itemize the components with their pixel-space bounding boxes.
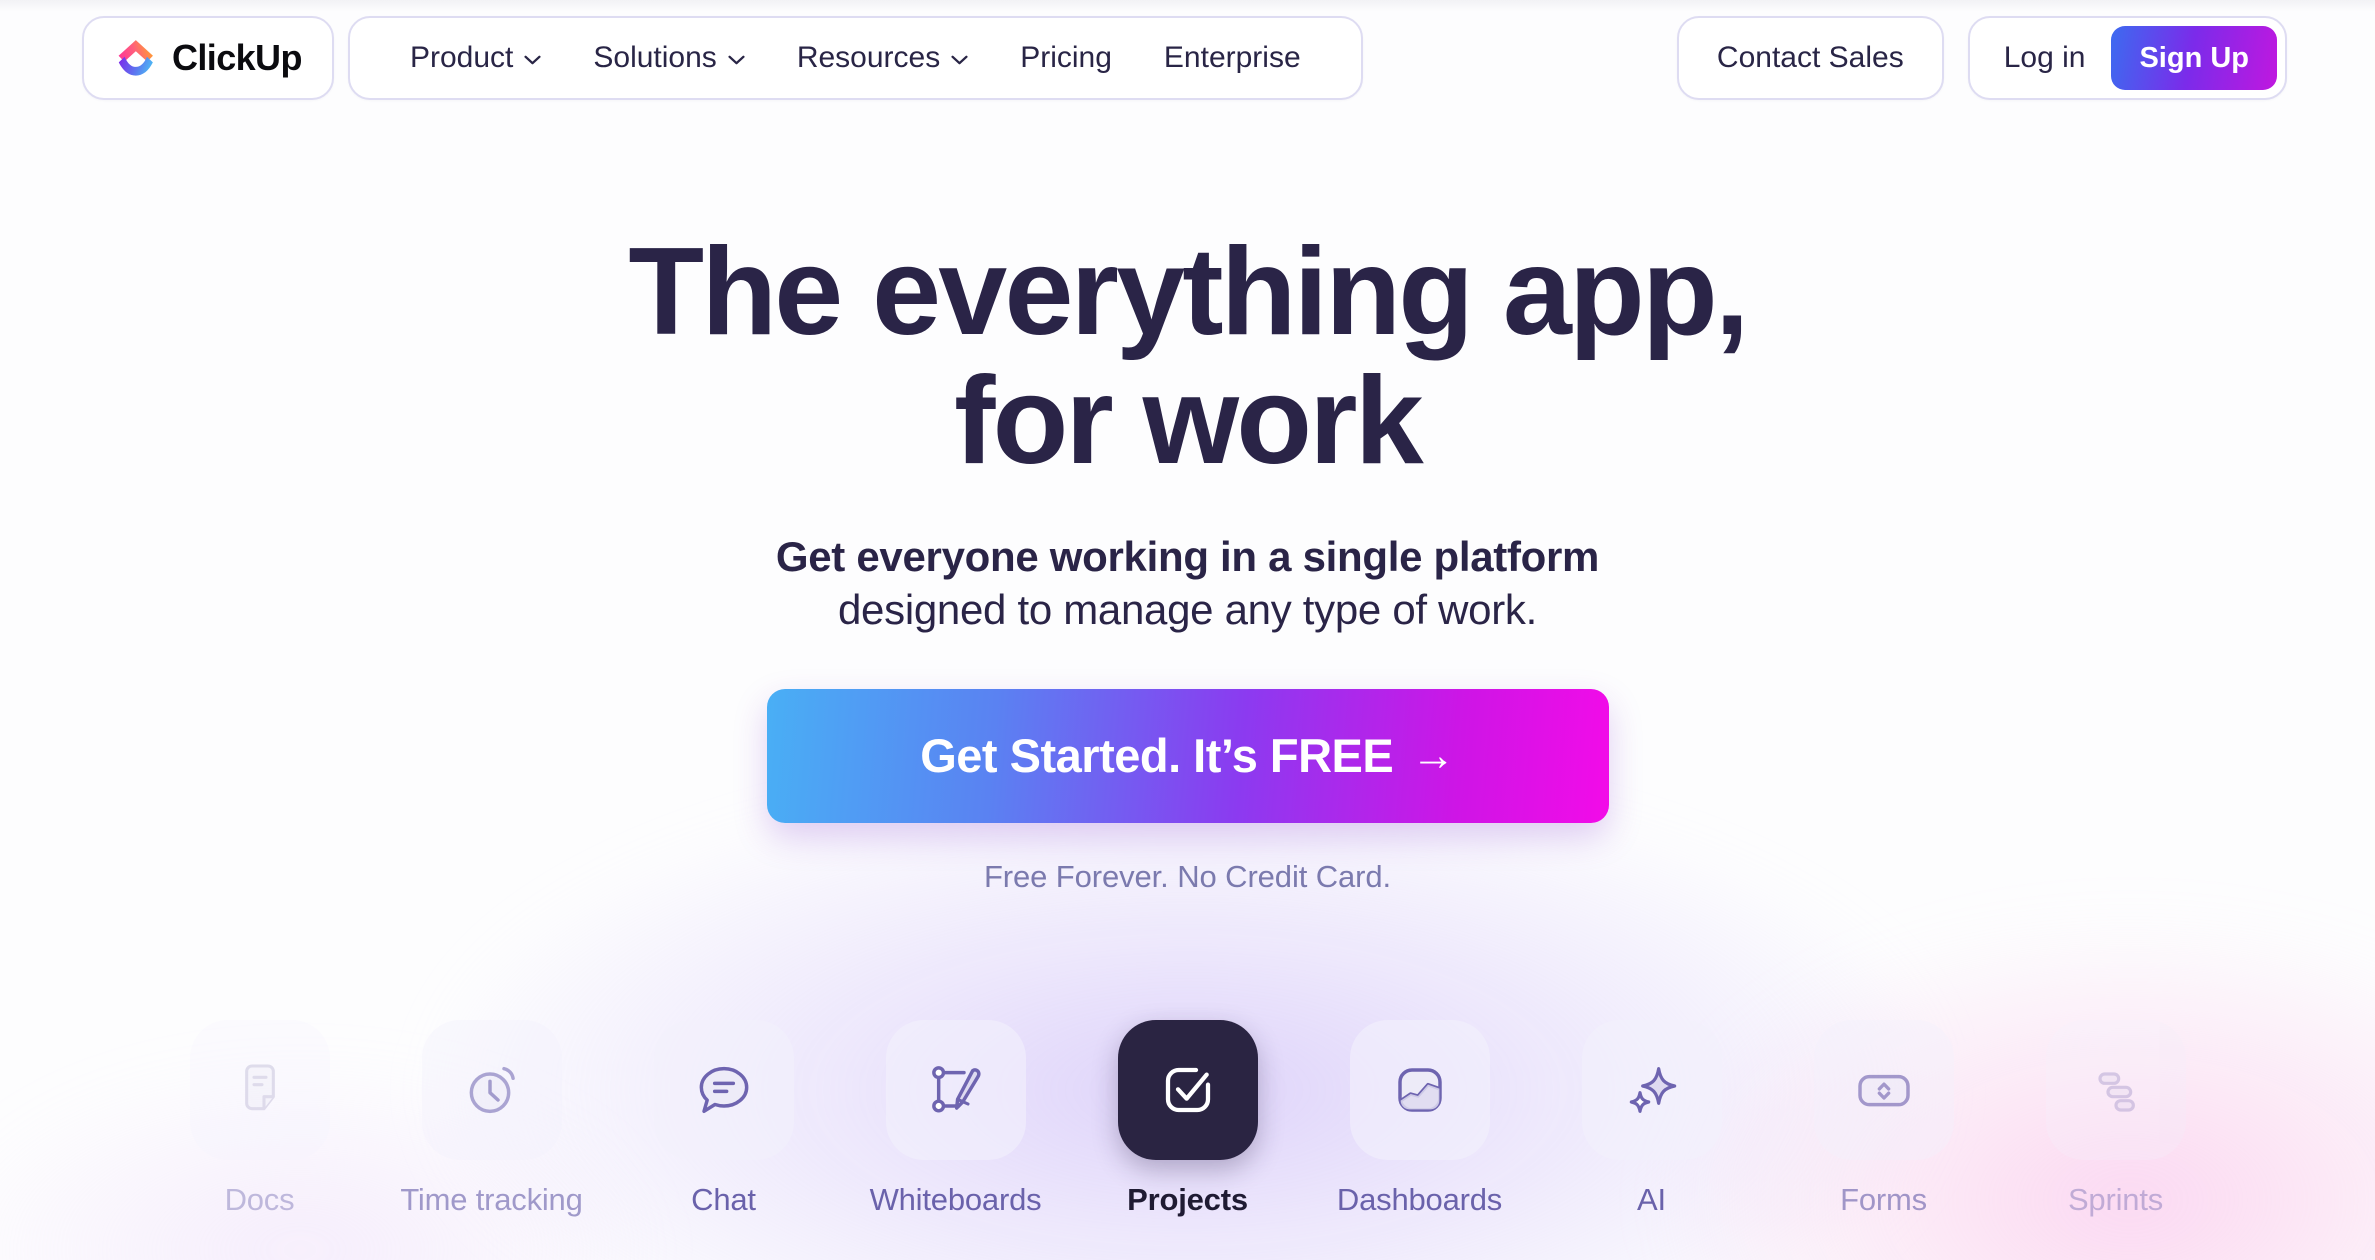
sparkles-icon (1620, 1058, 1684, 1122)
product-label: Docs (224, 1182, 295, 1217)
product-label: Dashboards (1336, 1182, 1503, 1217)
product-tile (1581, 1020, 1722, 1160)
signup-button[interactable]: Sign Up (2111, 26, 2277, 90)
brand-name: ClickUp (172, 37, 302, 78)
nav-item-resources[interactable]: Resources (771, 18, 994, 98)
product-label: Whiteboards (869, 1182, 1042, 1217)
hero-subheading: Get everyone working in a single platfor… (775, 530, 1600, 637)
arrow-right-icon: → (1411, 730, 1455, 780)
headline-line-1: The everything app, (628, 223, 1749, 361)
chevron-down-icon (951, 51, 968, 65)
product-tile-active (1117, 1020, 1258, 1160)
product-item-dashboards[interactable]: Dashboards (1304, 1020, 1536, 1218)
checkbox-check-icon (1156, 1058, 1220, 1122)
nav-label: Enterprise (1163, 41, 1301, 74)
nav-label: Pricing (1020, 41, 1112, 74)
nav-item-enterprise[interactable]: Enterprise (1138, 18, 1327, 98)
nav-label: Resources (796, 41, 941, 74)
nav-actions: Contact Sales Log in Sign Up (1676, 16, 2287, 100)
logo-home-link[interactable]: ClickUp (82, 16, 334, 100)
nav-item-pricing[interactable]: Pricing (994, 18, 1138, 98)
product-item-whiteboards[interactable]: Whiteboards (840, 1020, 1072, 1218)
product-label: AI (1637, 1182, 1666, 1217)
document-icon (228, 1058, 292, 1122)
chat-bubble-icon (692, 1058, 756, 1122)
product-switcher: Docs Time tracking Chat Whiteboards Proj… (0, 1020, 2375, 1260)
chart-square-icon (1388, 1058, 1452, 1122)
product-item-time-tracking[interactable]: Time tracking (376, 1020, 608, 1218)
landing-page: ClickUp Product Solutions Resources Pric… (0, 0, 2375, 1260)
product-label: Time tracking (400, 1182, 583, 1217)
top-navigation: ClickUp Product Solutions Resources Pric… (0, 0, 2375, 130)
chevron-down-icon (728, 51, 745, 65)
auth-group: Log in Sign Up (1967, 16, 2287, 100)
clickup-logo-icon (114, 36, 158, 80)
clock-alarm-icon (460, 1058, 524, 1122)
nav-item-solutions[interactable]: Solutions (567, 18, 770, 98)
subhead-line-1: Get everyone working in a single platfor… (775, 532, 1600, 580)
cta-caption: Free Forever. No Credit Card. (983, 858, 1392, 894)
product-item-projects[interactable]: Projects (1072, 1020, 1304, 1218)
product-label: Sprints (2067, 1182, 2164, 1217)
gantt-bars-icon (2084, 1058, 2148, 1122)
product-label: Chat (691, 1182, 756, 1217)
primary-menu: Product Solutions Resources Pricing Ente… (348, 16, 1363, 100)
product-item-docs[interactable]: Docs (144, 1020, 376, 1218)
product-tile (2045, 1020, 2186, 1160)
cta-label: Get Started. It’s FREE (920, 729, 1394, 783)
product-label: Forms (1840, 1182, 1927, 1217)
product-item-sprints[interactable]: Sprints (2000, 1020, 2232, 1218)
product-tile (885, 1020, 1026, 1160)
chevron-down-icon (524, 51, 541, 65)
nav-label: Product (410, 41, 514, 74)
nav-label: Solutions (593, 41, 717, 74)
headline-line-2: for work (954, 351, 1424, 490)
product-item-ai[interactable]: AI (1536, 1020, 1768, 1218)
cta-wrapper: Get Started. It’s FREE → (766, 688, 1609, 823)
subhead-line-2: designed to manage any type of work. (838, 586, 1537, 634)
product-tile (1349, 1020, 1490, 1160)
page-title: The everything app, for work (628, 228, 1749, 486)
login-link[interactable]: Log in (2004, 41, 2086, 75)
product-tile (1813, 1020, 1954, 1160)
product-item-forms[interactable]: Forms (1768, 1020, 2000, 1218)
nav-item-product[interactable]: Product (384, 18, 567, 98)
whiteboard-pencil-icon (924, 1058, 988, 1122)
product-tile (653, 1020, 794, 1160)
product-item-chat[interactable]: Chat (608, 1020, 840, 1218)
hero-section: The everything app, for work Get everyon… (0, 0, 2375, 895)
contact-sales-button[interactable]: Contact Sales (1676, 16, 1944, 100)
product-tile (189, 1020, 330, 1160)
product-tile (421, 1020, 562, 1160)
get-started-button[interactable]: Get Started. It’s FREE → (766, 688, 1609, 823)
form-stepper-icon (1852, 1058, 1916, 1122)
product-label: Projects (1127, 1182, 1248, 1217)
